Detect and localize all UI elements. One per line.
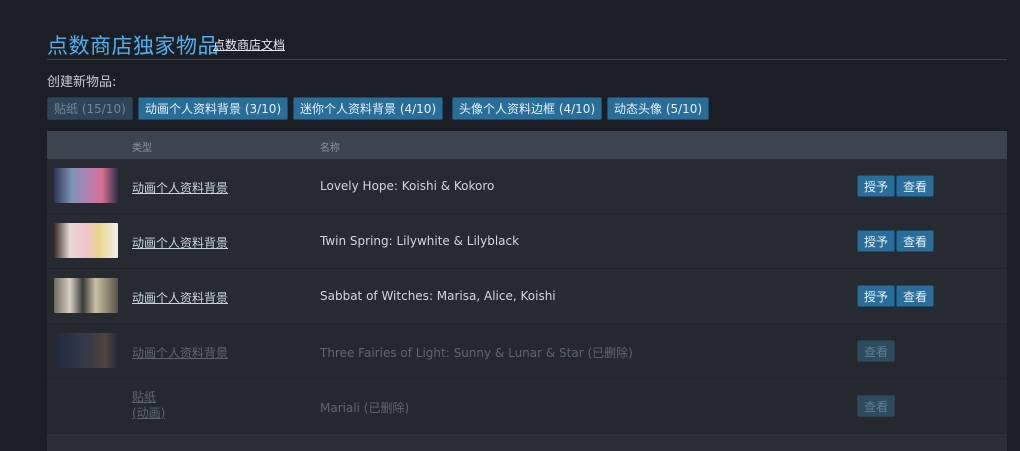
- header: 点数商店独家物品 点数商店文档: [47, 28, 1007, 60]
- item-type-link[interactable]: 动画个人资料背景: [132, 289, 228, 306]
- create-avatar-frame-button[interactable]: 头像个人资料边框 (4/10): [452, 97, 603, 120]
- item-name: Sabbat of Witches: Marisa, Alice, Koishi: [320, 289, 556, 303]
- column-name: 名称: [320, 143, 340, 154]
- item-thumbnail[interactable]: [54, 168, 118, 203]
- create-sticker-button[interactable]: 贴纸 (15/10): [47, 97, 133, 120]
- table-row: 贴纸 (动画) Mariali (已删除) 查看: [47, 379, 1007, 434]
- create-animated-background-button[interactable]: 动画个人资料背景 (3/10): [138, 97, 289, 120]
- item-type-line1: 贴纸: [132, 390, 157, 404]
- table-row: 动画个人资料背景 Three Fairies of Light: Sunny &…: [47, 324, 1007, 379]
- view-button[interactable]: 查看: [896, 230, 935, 252]
- column-type: 类型: [132, 143, 152, 154]
- items-table: 类型 名称 动画个人资料背景 Lovely Hope: Koishi & Kok…: [47, 131, 1007, 451]
- table-header: 类型 名称: [47, 131, 1007, 159]
- item-name: Twin Spring: Lilywhite & Lilyblack: [320, 234, 520, 248]
- create-new-label: 创建新物品:: [47, 75, 117, 90]
- view-button[interactable]: 查看: [896, 175, 935, 197]
- item-name: Three Fairies of Light: Sunny & Lunar & …: [320, 346, 633, 360]
- item-thumbnail: [54, 333, 118, 368]
- table-row: 动画个人资料背景 Twin Spring: Lilywhite & Lilybl…: [47, 214, 1007, 269]
- table-row: 动画个人资料背景 Lovely Hope: Koishi & Kokoro 授予…: [47, 159, 1007, 214]
- item-type-link[interactable]: 贴纸 (动画): [132, 389, 165, 421]
- item-type-link[interactable]: 动画个人资料背景: [132, 179, 228, 196]
- grant-button[interactable]: 授予: [857, 285, 896, 307]
- item-name: Lovely Hope: Koishi & Kokoro: [320, 179, 495, 193]
- create-animated-avatar-button[interactable]: 动态头像 (5/10): [607, 97, 710, 120]
- item-type-line2: (动画): [132, 406, 166, 420]
- item-type-link[interactable]: 动画个人资料背景: [132, 234, 228, 251]
- view-button[interactable]: 查看: [896, 285, 935, 307]
- view-button[interactable]: 查看: [857, 395, 896, 417]
- table-row: 动画个人资料背景 Sabbat of Witches: Marisa, Alic…: [47, 269, 1007, 324]
- page-title: 点数商店独家物品: [47, 34, 219, 58]
- item-thumbnail[interactable]: [54, 278, 118, 313]
- docs-link[interactable]: 点数商店文档: [213, 36, 285, 53]
- view-button[interactable]: 查看: [857, 340, 896, 362]
- grant-button[interactable]: 授予: [857, 230, 896, 252]
- item-name: Mariali (已删除): [320, 401, 410, 415]
- item-thumbnail[interactable]: [54, 223, 118, 258]
- grant-button[interactable]: 授予: [857, 175, 896, 197]
- item-type-link[interactable]: 动画个人资料背景: [132, 344, 228, 361]
- create-mini-background-button[interactable]: 迷你个人资料背景 (4/10): [293, 97, 444, 120]
